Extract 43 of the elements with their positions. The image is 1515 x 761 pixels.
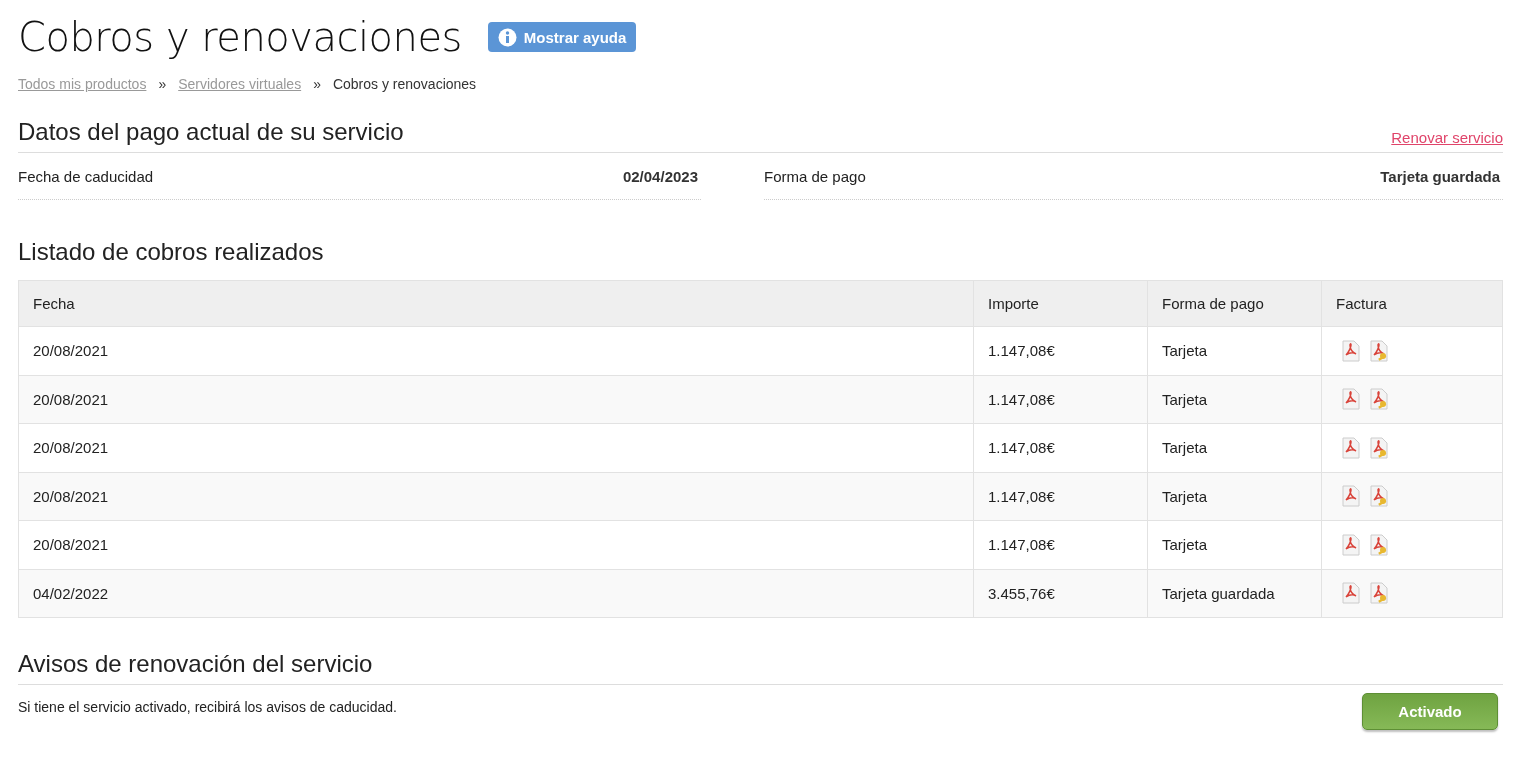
pdf-key-icon[interactable]	[1368, 388, 1390, 411]
renew-link[interactable]: Renovar servicio	[1391, 129, 1503, 146]
page-title: Cobros y renovaciones	[18, 14, 462, 60]
field-label: Forma de pago	[764, 168, 866, 185]
pdf-key-icon[interactable]	[1368, 533, 1390, 556]
pdf-key-icon[interactable]	[1368, 582, 1390, 605]
breadcrumb-link[interactable]: Servidores virtuales	[178, 76, 302, 92]
table-cell: Tarjeta	[1147, 472, 1322, 521]
activated-toggle-button[interactable]: Activado	[1362, 693, 1498, 730]
section-heading: Avisos de renovación del servicio	[18, 650, 1503, 685]
section-heading: Datos del pago actual de su servicio	[18, 118, 404, 146]
table-cell: 20/08/2021	[18, 472, 974, 521]
table-cell: 04/02/2022	[18, 569, 974, 618]
pdf-key-icon[interactable]	[1368, 436, 1390, 459]
pdf-key-icon[interactable]	[1368, 485, 1390, 508]
column-header: Importe	[973, 280, 1148, 327]
section-heading: Listado de cobros realizados	[18, 238, 325, 266]
table-cell: Tarjeta	[1147, 375, 1322, 424]
field-value: 02/04/2023	[622, 168, 698, 185]
pdf-icon[interactable]	[1340, 388, 1362, 411]
info-icon	[497, 27, 517, 47]
notice-text: Si tiene el servicio activado, recibirá los avisos de caducidad.	[18, 699, 397, 715]
table-cell: 1.147,08€	[973, 375, 1148, 424]
pdf-icon[interactable]	[1340, 485, 1362, 508]
table-cell: Tarjeta guardada	[1147, 569, 1322, 618]
table-cell: 20/08/2021	[18, 375, 974, 424]
breadcrumb-link[interactable]: Todos mis productos	[18, 76, 147, 92]
field-label: Fecha de caducidad	[18, 168, 154, 185]
help-button[interactable]: Mostrar ayuda	[487, 22, 637, 52]
pdf-icon[interactable]	[1340, 339, 1362, 362]
table-cell: 3.455,76€	[973, 569, 1148, 618]
breadcrumb-separator: »	[313, 76, 321, 92]
pdf-icon[interactable]	[1340, 533, 1362, 556]
table-cell: 1.147,08€	[973, 472, 1148, 521]
breadcrumb-current: Cobros y renovaciones	[332, 76, 477, 92]
pdf-icon[interactable]	[1340, 582, 1362, 605]
pdf-icon[interactable]	[1340, 436, 1362, 459]
column-header: Forma de pago	[1147, 280, 1322, 327]
pdf-key-icon[interactable]	[1368, 339, 1390, 362]
column-header: Fecha	[18, 280, 974, 327]
column-header: Factura	[1321, 280, 1503, 327]
field-value: Tarjeta guardada	[1380, 168, 1500, 185]
breadcrumb-separator: »	[158, 76, 167, 92]
